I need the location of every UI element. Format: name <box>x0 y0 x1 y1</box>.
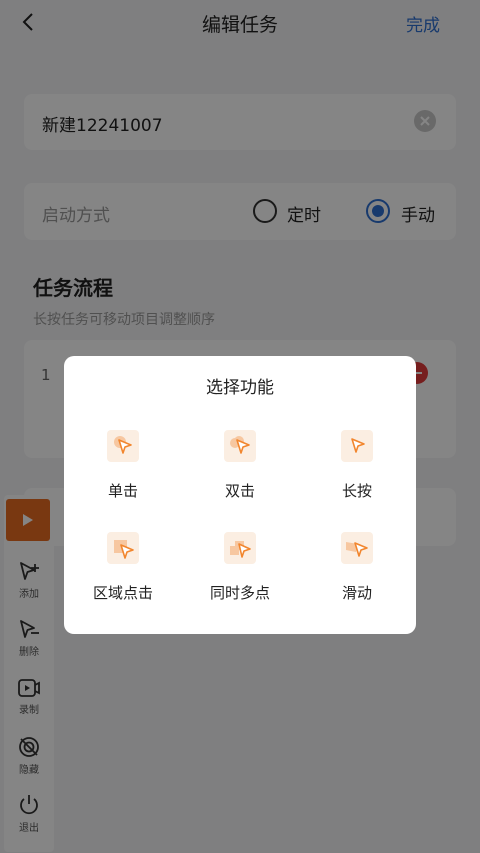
function-multi-tap-label: 同时多点 <box>209 584 270 602</box>
function-swipe[interactable]: 滑动 <box>298 532 416 603</box>
long-press-icon <box>341 430 373 462</box>
function-area-tap[interactable]: 区域点击 <box>64 532 182 603</box>
multi-tap-icon <box>224 532 256 564</box>
function-swipe-label: 滑动 <box>341 584 372 602</box>
function-single-tap-label: 单击 <box>107 482 138 500</box>
function-single-tap[interactable]: 单击 <box>64 430 182 501</box>
function-double-tap-label: 双击 <box>224 482 255 500</box>
swipe-icon <box>341 532 373 564</box>
area-tap-icon <box>107 532 139 564</box>
single-tap-icon <box>107 430 139 462</box>
function-long-press-label: 长按 <box>341 482 372 500</box>
function-area-tap-label: 区域点击 <box>92 584 153 602</box>
function-double-tap[interactable]: 双击 <box>181 430 299 501</box>
double-tap-icon <box>224 430 256 462</box>
function-multi-tap[interactable]: 同时多点 <box>181 532 299 603</box>
dialog-title: 选择功能 <box>206 378 274 398</box>
select-function-dialog: 选择功能 单击 双击 长按 区域点击 同时多点 滑动 <box>64 356 416 634</box>
function-long-press[interactable]: 长按 <box>298 430 416 501</box>
